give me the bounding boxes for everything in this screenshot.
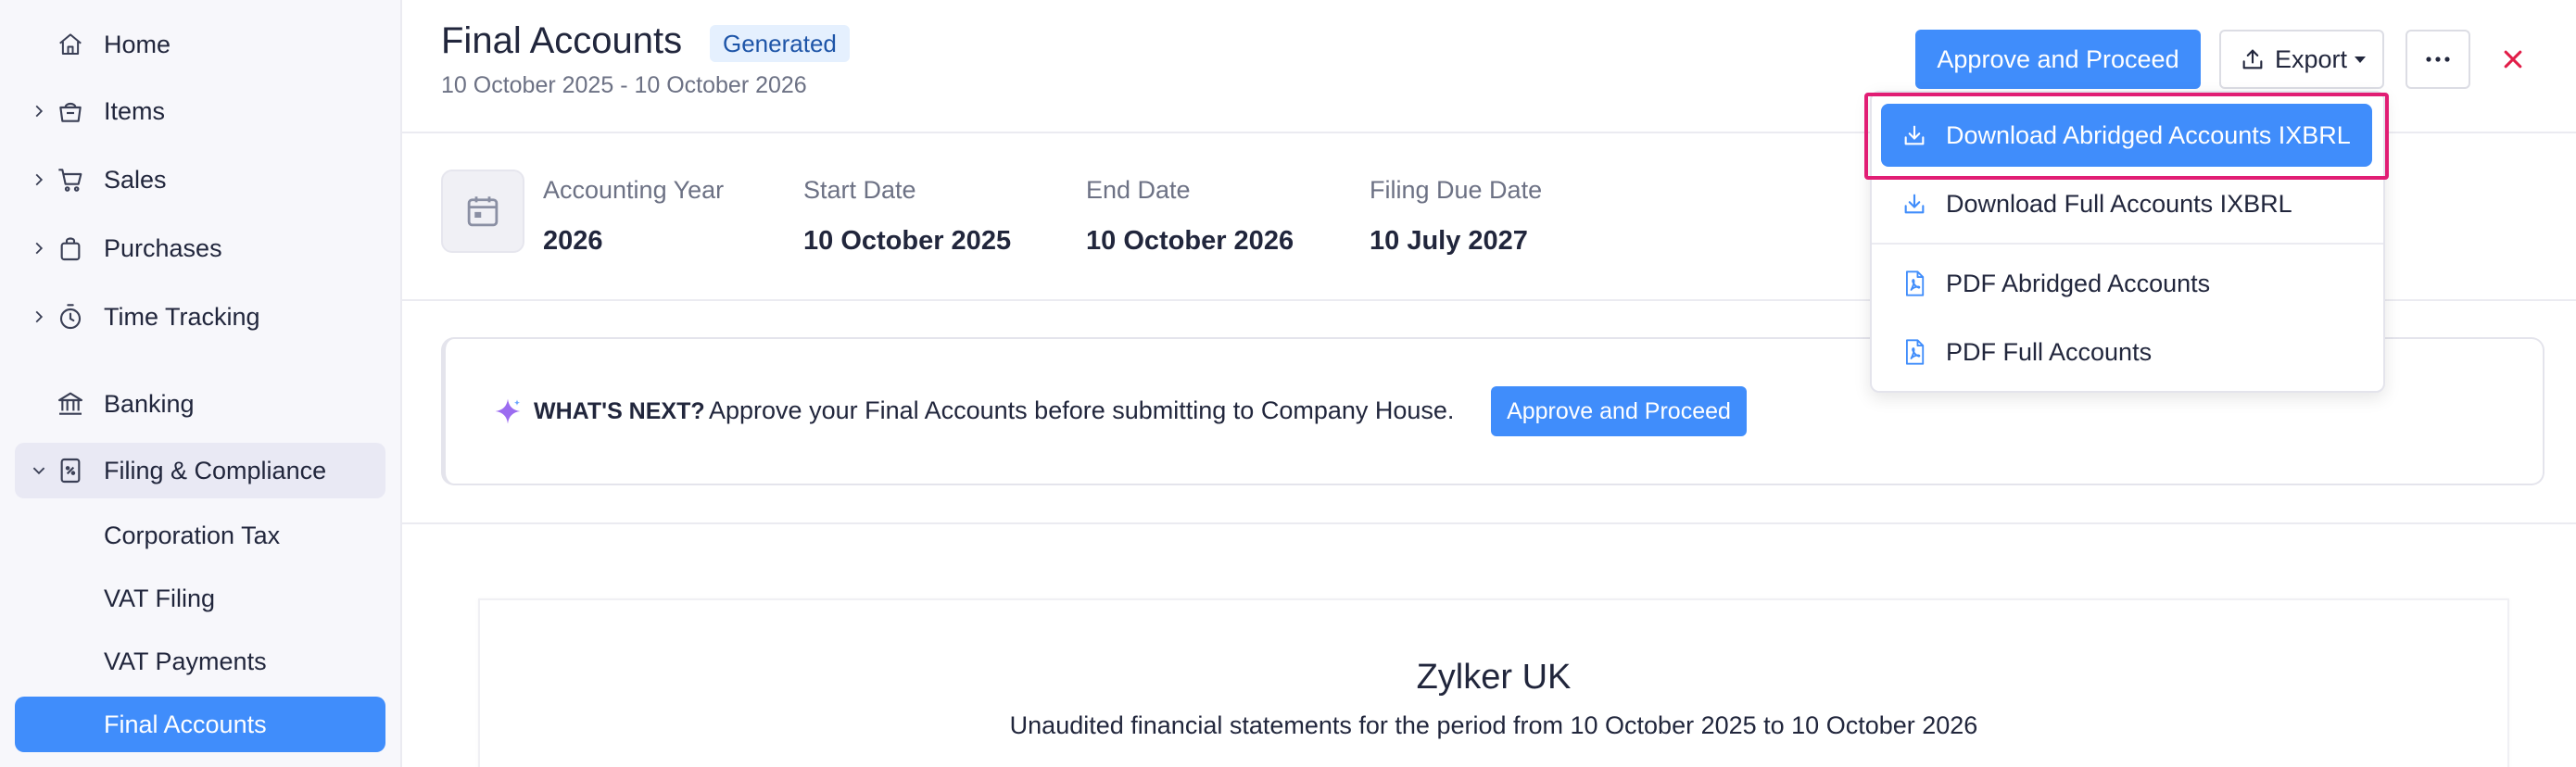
calendar-icon <box>463 192 502 231</box>
menu-item-label: Download Full Accounts IXBRL <box>1946 189 2292 218</box>
sidebar-item-label: Final Accounts <box>104 710 267 738</box>
calendar-icon-box <box>441 170 524 253</box>
chevron-right-icon <box>28 100 50 122</box>
menu-item-label: PDF Abridged Accounts <box>1946 269 2211 297</box>
menu-item-download-full-ixbrl[interactable]: Download Full Accounts IXBRL <box>1881 172 2372 235</box>
sidebar: Home Items Sales Purchases Time Tracking… <box>0 0 402 767</box>
sidebar-item-home[interactable]: Home <box>15 17 385 72</box>
export-button[interactable]: Export <box>2219 30 2384 89</box>
sidebar-item-label: VAT Payments <box>104 647 267 675</box>
chevron-right-icon <box>28 169 50 191</box>
download-icon <box>1900 120 1929 150</box>
ellipsis-icon <box>2424 55 2452 64</box>
sparkle-icon <box>493 396 523 426</box>
bank-icon <box>54 387 87 421</box>
accounting-year-label: Accounting Year <box>543 176 725 204</box>
cart-icon <box>54 163 87 196</box>
close-icon <box>2501 47 2525 71</box>
menu-separator <box>1872 243 2383 245</box>
sidebar-item-label: VAT Filing <box>104 584 216 612</box>
sidebar-subitem-final-accounts[interactable]: Final Accounts <box>15 697 385 752</box>
page-title: Final Accounts <box>441 20 683 61</box>
upload-icon <box>2240 46 2266 72</box>
sidebar-item-label: Sales <box>104 165 167 194</box>
sidebar-subitem-corporation-tax[interactable]: Corporation Tax <box>15 508 385 563</box>
sidebar-subitem-vat-payments[interactable]: VAT Payments <box>15 634 385 689</box>
sidebar-item-label: Time Tracking <box>104 302 260 331</box>
sidebar-item-label: Corporation Tax <box>104 521 281 549</box>
filing-due-date-label: Filing Due Date <box>1370 176 1543 204</box>
sidebar-subitem-vat-filing[interactable]: VAT Filing <box>15 571 385 626</box>
sidebar-item-items[interactable]: Items <box>15 83 385 139</box>
end-date-value: 10 October 2026 <box>1086 226 1294 256</box>
menu-item-label: PDF Full Accounts <box>1946 337 2153 366</box>
sidebar-item-label: Banking <box>104 389 195 418</box>
menu-item-pdf-full[interactable]: PDF Full Accounts <box>1881 321 2372 384</box>
accounting-period: 10 October 2025 - 10 October 2026 <box>441 72 807 98</box>
sidebar-item-banking[interactable]: Banking <box>15 376 385 432</box>
whats-next-approve-button[interactable]: Approve and Proceed <box>1491 386 1747 436</box>
pdf-icon <box>1900 269 1929 298</box>
pdf-icon <box>1900 337 1929 367</box>
sidebar-item-label: Filing & Compliance <box>104 456 327 484</box>
section-divider <box>402 522 2576 524</box>
menu-item-download-abridged-ixbrl[interactable]: Download Abridged Accounts IXBRL <box>1881 104 2372 167</box>
status-badge: Generated <box>710 25 850 62</box>
sidebar-item-time-tracking[interactable]: Time Tracking <box>15 289 385 345</box>
close-button[interactable] <box>2496 43 2530 76</box>
more-options-button[interactable] <box>2406 30 2470 89</box>
sidebar-item-sales[interactable]: Sales <box>15 152 385 207</box>
bag-icon <box>54 232 87 265</box>
stopwatch-icon <box>54 300 87 333</box>
whats-next-title: WHAT'S NEXT? <box>534 398 705 424</box>
sidebar-item-label: Purchases <box>104 233 222 262</box>
home-icon <box>54 28 87 61</box>
approve-and-proceed-button[interactable]: Approve and Proceed <box>1915 30 2201 89</box>
sidebar-item-filing-compliance[interactable]: Filing & Compliance <box>15 443 385 498</box>
company-name: Zylker UK <box>1416 658 1572 697</box>
sidebar-item-purchases[interactable]: Purchases <box>15 220 385 276</box>
accounting-year-value: 2026 <box>543 226 603 256</box>
export-label: Export <box>2275 44 2348 73</box>
menu-item-label: Download Abridged Accounts IXBRL <box>1946 120 2351 149</box>
menu-item-pdf-abridged[interactable]: PDF Abridged Accounts <box>1881 252 2372 315</box>
whats-next-text: Approve your Final Accounts before submi… <box>709 396 1455 424</box>
caret-down-icon <box>2355 56 2367 63</box>
chevron-right-icon <box>28 237 50 259</box>
statement-subtitle: Unaudited financial statements for the p… <box>1009 711 1978 739</box>
filing-due-date-value: 10 July 2027 <box>1370 226 1528 256</box>
basket-icon <box>54 94 87 128</box>
start-date-value: 10 October 2025 <box>803 226 1012 256</box>
start-date-label: Start Date <box>803 176 916 204</box>
sidebar-item-label: Home <box>104 30 171 58</box>
chevron-right-icon <box>28 306 50 328</box>
download-icon <box>1900 189 1929 219</box>
sidebar-item-label: Items <box>104 96 166 125</box>
end-date-label: End Date <box>1086 176 1191 204</box>
filing-icon <box>54 454 87 487</box>
chevron-down-icon <box>28 459 50 482</box>
